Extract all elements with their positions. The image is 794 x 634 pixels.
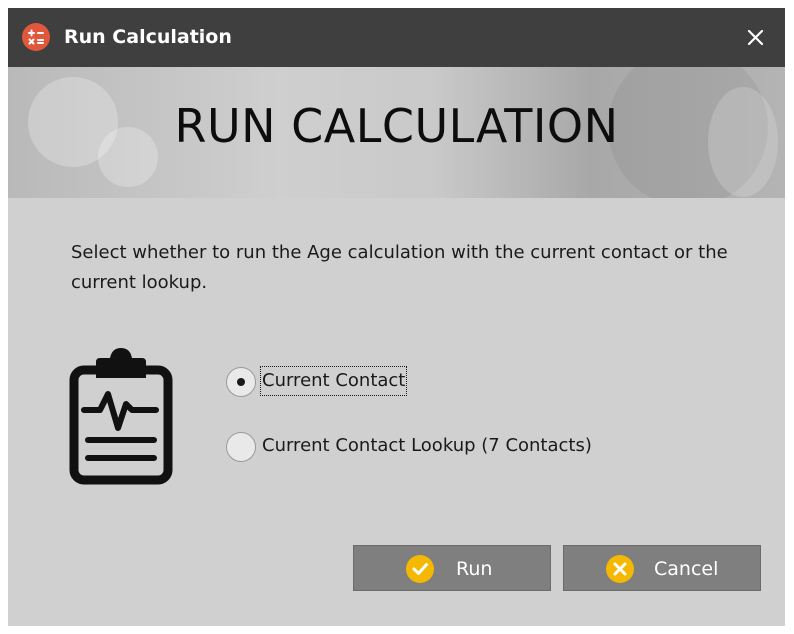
run-button[interactable]: Run <box>353 545 551 591</box>
run-calculation-dialog: Run Calculation RUN CALCULATION Select w… <box>8 8 785 626</box>
header-banner: RUN CALCULATION <box>8 67 785 198</box>
current-lookup-label[interactable]: Current Contact Lookup (7 Contacts) <box>262 433 592 459</box>
current-lookup-radio[interactable] <box>226 432 256 462</box>
clipboard-heartbeat-icon <box>66 348 176 488</box>
option-current-lookup[interactable]: Current Contact Lookup (7 Contacts) <box>226 431 646 465</box>
current-contact-radio[interactable] <box>226 367 256 397</box>
radio-selected-dot <box>237 378 245 386</box>
cancel-button-label: Cancel <box>654 558 719 580</box>
instructions-text: Select whether to run the Age calculatio… <box>71 242 728 293</box>
calculator-icon <box>22 23 50 51</box>
window-title: Run Calculation <box>64 26 232 48</box>
cancel-button[interactable]: Cancel <box>563 545 761 591</box>
run-button-label: Run <box>456 558 493 580</box>
close-button[interactable] <box>726 8 785 67</box>
x-circle-icon <box>606 555 634 583</box>
check-circle-icon <box>406 555 434 583</box>
title-bar[interactable]: Run Calculation <box>8 8 785 67</box>
current-contact-label[interactable]: Current Contact <box>259 366 408 396</box>
option-current-contact[interactable]: Current Contact <box>226 366 446 400</box>
banner-heading: RUN CALCULATION <box>174 99 619 153</box>
close-icon <box>747 29 764 46</box>
